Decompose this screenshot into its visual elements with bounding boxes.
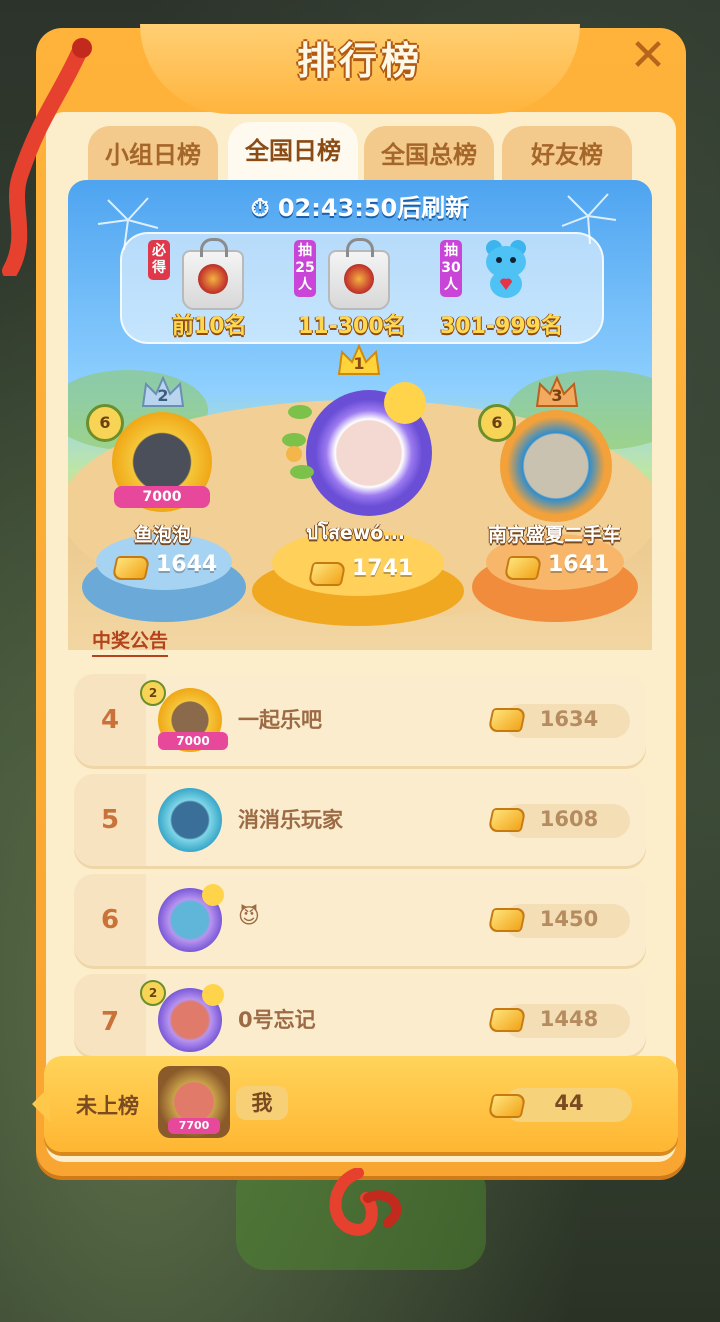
gift-bag-icon[interactable] — [328, 238, 390, 310]
score-value: 1608 — [539, 807, 599, 831]
reward-label-2: 11-300名 — [298, 314, 406, 339]
list-item[interactable]: 7 2 0号忘记 1448 — [74, 974, 646, 1056]
rank-first: 1 — [353, 354, 365, 373]
rank-second: 2 — [157, 386, 169, 405]
level-badge: 2 — [140, 980, 166, 1006]
player-name: 一起乐吧 — [238, 708, 322, 732]
level-badge: 2 — [140, 680, 166, 706]
score-value: 1450 — [539, 907, 599, 931]
list-item[interactable]: 6 😈 1450 — [74, 874, 646, 966]
score-first: 1741 — [352, 556, 414, 581]
name-third: 南京盛夏二手车 — [488, 524, 622, 546]
frame-banner: 7000 — [158, 732, 228, 750]
player-name: 😈 — [238, 904, 260, 928]
ribbon-knot-icon — [329, 1168, 402, 1237]
frame-banner: 7700 — [168, 1118, 220, 1134]
gift-bag-icon[interactable] — [182, 238, 244, 310]
tab-national-total[interactable]: 全国总榜 — [364, 126, 494, 184]
reward-label-3: 301-999名 — [440, 314, 563, 339]
gold-ingot-icon — [503, 556, 543, 580]
timer-text: 02:43:50后刷新 — [277, 194, 470, 222]
avatar-third[interactable] — [500, 410, 612, 522]
reward-badge-2: 抽25人 — [294, 240, 316, 297]
rank-number: 6 — [74, 874, 146, 966]
level-badge: 6 — [86, 404, 124, 442]
score-third: 1641 — [548, 552, 610, 577]
avatar-decoration — [384, 382, 426, 424]
reward-label-1: 前10名 — [172, 314, 247, 339]
page-title: 排行榜 — [296, 39, 423, 83]
my-name: 我 — [236, 1086, 288, 1120]
tab-friends[interactable]: 好友榜 — [502, 126, 632, 184]
tab-national-daily[interactable]: 全国日榜 — [228, 122, 358, 186]
rank-number: 7 — [74, 974, 146, 1056]
close-icon[interactable]: ✕ — [626, 34, 670, 78]
rank-third: 3 — [551, 386, 563, 405]
reward-badge-1: 必得 — [148, 240, 170, 280]
reward-badge-3: 抽30人 — [440, 240, 462, 297]
gold-ingot-icon — [111, 556, 151, 580]
rank-number: 5 — [74, 774, 146, 866]
tab-group-daily[interactable]: 小组日榜 — [88, 126, 218, 184]
player-name: 0号忘记 — [238, 1008, 316, 1032]
clock-icon: ⏱ — [250, 194, 270, 222]
list-item[interactable]: 5 消消乐玩家 1608 — [74, 774, 646, 866]
refresh-timer: ⏱ 02:43:50后刷新 — [68, 188, 652, 223]
name-second: 鱼泡泡 — [134, 524, 192, 546]
my-rank-label: 未上榜 — [76, 1094, 139, 1118]
level-badge: 6 — [478, 404, 516, 442]
avatar-decoration — [202, 884, 224, 906]
name-first: ปโสewό... — [306, 522, 406, 544]
frame-banner: 7000 — [114, 486, 210, 508]
gold-ingot-icon — [307, 562, 347, 586]
rank-number: 4 — [74, 674, 146, 766]
score-second: 1644 — [156, 552, 218, 577]
blue-bear-plush-icon[interactable] — [482, 238, 530, 300]
leaf-decoration-icon — [282, 405, 314, 479]
list-item[interactable]: 4 7000 2 一起乐吧 1634 — [74, 674, 646, 766]
player-name: 消消乐玩家 — [238, 808, 343, 832]
my-score: 44 — [554, 1091, 584, 1115]
winner-announcement-link[interactable]: 中奖公告 — [92, 626, 169, 657]
avatar[interactable] — [158, 788, 222, 852]
score-value: 1634 — [539, 707, 599, 731]
score-value: 1448 — [539, 1007, 599, 1031]
avatar-decoration — [202, 984, 224, 1006]
